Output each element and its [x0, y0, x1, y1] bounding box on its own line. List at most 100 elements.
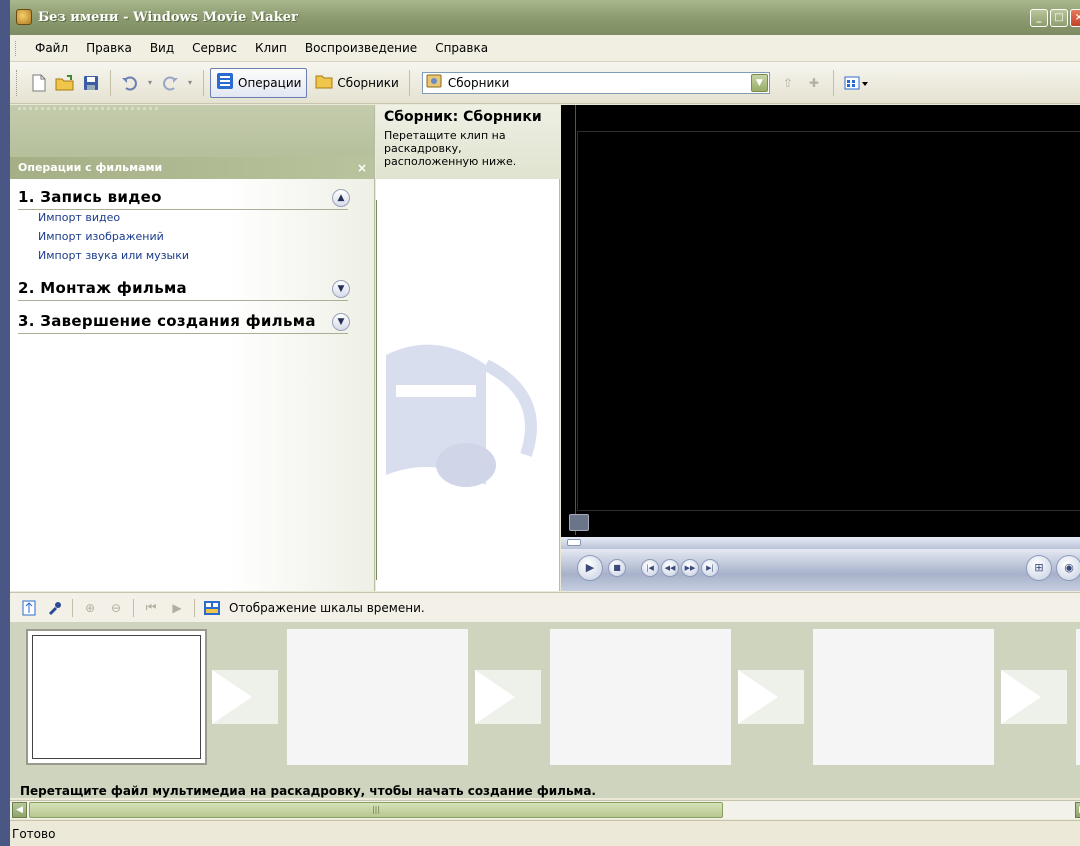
redo-icon[interactable] — [160, 73, 180, 93]
app-icon[interactable] — [16, 9, 32, 25]
seek-knob[interactable] — [567, 539, 581, 546]
zoom-in-icon[interactable]: ⊕ — [80, 598, 100, 618]
window-title: Без имени - Windows Movie Maker — [38, 10, 298, 25]
close-icon[interactable]: × — [357, 157, 367, 179]
menu-file[interactable]: Файл — [35, 41, 68, 55]
new-collection-icon[interactable]: ✚ — [804, 73, 824, 93]
tasks-header: Операции с фильмами × — [10, 157, 374, 179]
main-toolbar: ▾ ▾ Операции Сборники Сборники ▼ ⇧ ✚ — [10, 62, 1080, 104]
storyboard-hint: Перетащите файл мультимедиа на раскадров… — [10, 772, 1080, 798]
storyboard-cell[interactable] — [550, 629, 731, 765]
task-section-title: 1. Запись видео — [18, 188, 162, 206]
collection-combo[interactable]: Сборники ▼ — [421, 71, 770, 94]
menu-grip[interactable] — [15, 41, 18, 56]
status-bar: Готово — [10, 820, 1080, 846]
operations-button[interactable]: Операции — [210, 67, 308, 98]
collections-label: Сборники — [337, 75, 399, 90]
stop-icon[interactable]: ■ — [608, 559, 626, 577]
snapshot-icon[interactable]: ◉ — [1056, 555, 1080, 581]
open-project-icon[interactable] — [55, 73, 75, 93]
menu-play[interactable]: Воспроизведение — [305, 41, 417, 55]
next-frame-icon[interactable]: ▶| — [701, 559, 719, 577]
minimize-button[interactable]: _ — [1030, 9, 1048, 27]
menu-view[interactable]: Вид — [150, 41, 174, 55]
import-video-link[interactable]: Импорт видео — [38, 211, 120, 224]
collections-button[interactable]: Сборники — [311, 68, 402, 98]
save-project-icon[interactable] — [81, 73, 101, 93]
transition-slot[interactable] — [475, 670, 541, 724]
menu-help[interactable]: Справка — [435, 41, 488, 55]
tasks-drag-handle[interactable] — [18, 107, 158, 110]
rewind-icon[interactable]: ◀◀ — [661, 559, 679, 577]
import-images-link[interactable]: Импорт изображений — [38, 230, 164, 243]
undo-icon[interactable] — [120, 73, 140, 93]
redo-dropdown-icon[interactable]: ▾ — [186, 73, 194, 93]
scroll-left-icon[interactable]: ◀ — [12, 802, 27, 818]
collection-title: Сборник: Сборники — [384, 109, 542, 125]
transition-slot[interactable] — [738, 670, 804, 724]
task-section-capture[interactable]: 1. Запись видео ▲ — [18, 188, 350, 210]
tasks-header-title: Операции с фильмами — [18, 161, 163, 174]
scroll-thumb[interactable]: ||| — [29, 802, 723, 818]
chevron-down-icon[interactable]: ▼ — [332, 280, 350, 298]
maximize-button[interactable]: □ — [1050, 9, 1068, 27]
storyboard-cell[interactable] — [1076, 629, 1080, 765]
chevron-down-icon[interactable]: ▼ — [750, 73, 768, 92]
chevron-down-icon[interactable]: ▼ — [332, 313, 350, 331]
split-clip-icon[interactable]: ⊞ — [1026, 555, 1052, 581]
film-music-watermark-icon — [386, 344, 537, 487]
playback-controls: ▶ ■ |◀ ◀◀ ▶▶ ▶| ⊞ ◉ — [561, 549, 1080, 591]
app-window: Без имени - Windows Movie Maker _ □ × Фа… — [10, 0, 1080, 846]
collection-pane: Сборник: Сборники Перетащите клип на рас… — [376, 105, 560, 591]
timeline-toggle-icon[interactable] — [202, 598, 222, 618]
previous-frame-icon[interactable]: |◀ — [641, 559, 659, 577]
storyboard-scrollbar[interactable]: ◀ ||| ▶ — [10, 800, 1080, 819]
storyboard-cell[interactable] — [813, 629, 994, 765]
timeline-toggle-label[interactable]: Отображение шкалы времени. — [229, 601, 425, 615]
menu-tools[interactable]: Сервис — [192, 41, 237, 55]
rewind-storyboard-icon[interactable]: ⏮ — [141, 598, 161, 618]
task-section-title: 3. Завершение создания фильма — [18, 312, 316, 330]
play-storyboard-icon[interactable]: ▶ — [167, 598, 187, 618]
toolbar-separator — [133, 598, 134, 617]
toolbar-separator — [194, 598, 195, 617]
menu-edit[interactable]: Правка — [86, 41, 132, 55]
operations-icon — [216, 72, 234, 93]
new-project-icon[interactable] — [29, 73, 49, 93]
toolbar-separator — [408, 69, 410, 96]
task-section-edit[interactable]: 2. Монтаж фильма ▼ — [18, 279, 350, 301]
collection-combo-value: Сборники — [447, 75, 510, 90]
full-screen-icon[interactable] — [569, 514, 589, 531]
play-icon[interactable]: ▶ — [577, 555, 603, 581]
storyboard-view-icon[interactable] — [19, 598, 39, 618]
transition-slot[interactable] — [1001, 670, 1067, 724]
menu-clip[interactable]: Клип — [255, 41, 287, 55]
toolbar-grip[interactable] — [16, 70, 19, 96]
up-level-icon[interactable]: ⇧ — [778, 73, 798, 93]
storyboard — [10, 622, 1080, 772]
preview-monitor: ▶ ■ |◀ ◀◀ ▶▶ ▶| ⊞ ◉ — [561, 105, 1080, 591]
toolbar-separator — [832, 69, 834, 96]
zoom-out-icon[interactable]: ⊖ — [106, 598, 126, 618]
preview-screen — [577, 131, 1080, 511]
storyboard-cell[interactable] — [287, 629, 468, 765]
collection-description: Перетащите клип на раскадровку, располож… — [384, 129, 517, 168]
task-section-finish[interactable]: 3. Завершение создания фильма ▼ — [18, 312, 350, 334]
import-audio-link[interactable]: Импорт звука или музыки — [38, 249, 189, 262]
narrate-icon[interactable] — [45, 598, 65, 618]
close-window-button[interactable]: × — [1070, 9, 1080, 27]
toolbar-separator — [203, 69, 204, 96]
scroll-right-icon[interactable]: ▶ — [1075, 802, 1080, 818]
undo-dropdown-icon[interactable]: ▾ — [146, 73, 154, 93]
views-icon[interactable] — [843, 73, 871, 93]
transition-slot[interactable] — [212, 670, 278, 724]
movie-tasks-pane: Операции с фильмами × 1. Запись видео ▲ … — [10, 105, 375, 591]
storyboard-cell-selected[interactable] — [26, 629, 207, 765]
toolbar-separator — [110, 69, 111, 96]
seek-bar[interactable] — [561, 537, 1080, 549]
window-controls: _ □ × — [1030, 9, 1080, 27]
fast-forward-icon[interactable]: ▶▶ — [681, 559, 699, 577]
chevron-up-icon[interactable]: ▲ — [332, 189, 350, 207]
title-bar: Без имени - Windows Movie Maker _ □ × — [10, 0, 1080, 35]
menu-bar: Файл Правка Вид Сервис Клип Воспроизведе… — [10, 35, 1080, 62]
